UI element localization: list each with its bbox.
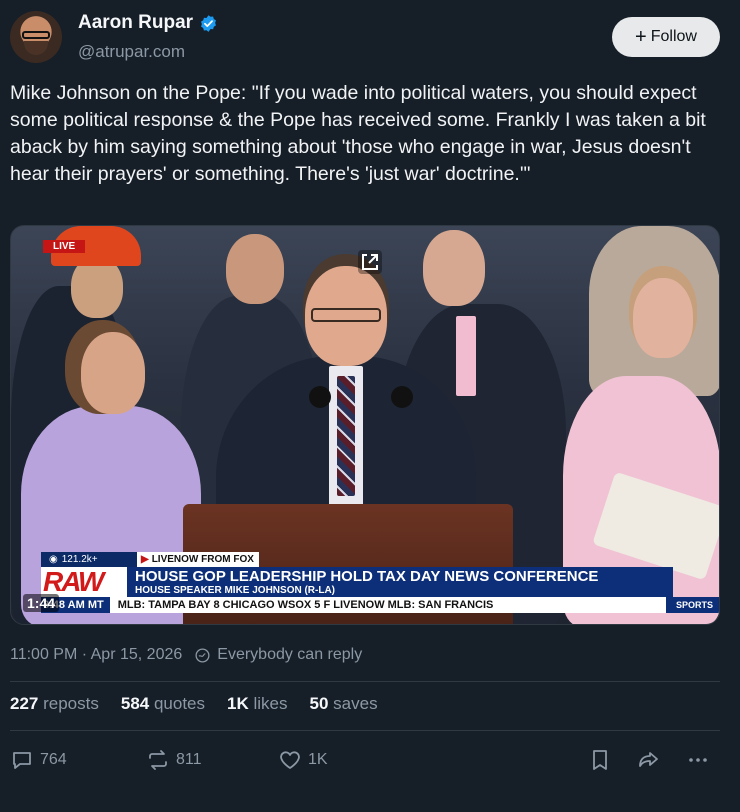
broadcast-source: ▶ LIVENOW FROM FOX bbox=[137, 552, 259, 567]
reply-settings-icon bbox=[195, 647, 210, 663]
post-text: Mike Johnson on the Pope: "If you wade i… bbox=[10, 82, 712, 185]
author-display-name[interactable]: Aaron Rupar bbox=[78, 12, 193, 34]
bookmark-icon bbox=[593, 750, 607, 770]
woman-lavender-head bbox=[81, 332, 145, 414]
follow-button[interactable]: + Follow bbox=[612, 17, 720, 57]
saves-stat[interactable]: 50 saves bbox=[310, 694, 378, 714]
repost-button[interactable]: 811 bbox=[146, 748, 202, 772]
video-duration: 1:44 bbox=[23, 594, 60, 612]
avatar-beard bbox=[24, 41, 48, 55]
repost-count: 811 bbox=[176, 751, 202, 768]
engagement-stats: 227 reposts 584 quotes 1K likes 50 saves bbox=[10, 694, 378, 714]
expand-icon[interactable] bbox=[354, 246, 386, 278]
background-person-head bbox=[423, 230, 485, 306]
action-bar: 764 811 1K bbox=[10, 748, 720, 778]
post-meta: 11:00 PM · Apr 15, 2026 Everybody can re… bbox=[10, 646, 362, 664]
view-count: ◉ 121.2k+ bbox=[41, 552, 137, 567]
reply-setting: Everybody can reply bbox=[217, 646, 363, 663]
follow-button-label: Follow bbox=[650, 28, 697, 45]
more-icon bbox=[689, 758, 707, 762]
avatar[interactable] bbox=[10, 11, 62, 63]
like-count: 1K bbox=[308, 751, 328, 768]
bookmark-button[interactable] bbox=[588, 748, 612, 772]
divider bbox=[10, 730, 720, 731]
likes-stat[interactable]: 1K likes bbox=[227, 694, 287, 714]
eye-icon: ◉ bbox=[49, 554, 58, 565]
woman-pink-head bbox=[633, 278, 693, 358]
reposts-stat[interactable]: 227 reposts bbox=[10, 694, 99, 714]
like-button[interactable]: 1K bbox=[278, 748, 328, 772]
author-handle[interactable]: @atrupar.com bbox=[78, 42, 185, 62]
news-headline: HOUSE GOP LEADERSHIP HOLD TAX DAY NEWS C… bbox=[127, 567, 673, 597]
headline-text: HOUSE GOP LEADERSHIP HOLD TAX DAY NEWS C… bbox=[135, 568, 599, 585]
reply-icon bbox=[13, 752, 31, 769]
speaker-tie bbox=[337, 376, 355, 496]
score-ticker: MLB: TAMPA BAY 8 CHICAGO WSOX 5 F LIVENO… bbox=[117, 599, 494, 611]
news-lower-third: ◉ 121.2k+ ▶ LIVENOW FROM FOX RAW HOUSE G… bbox=[23, 552, 719, 616]
post-timestamp[interactable]: 11:00 PM · Apr 15, 2026 bbox=[10, 646, 182, 664]
author-name-row: Aaron Rupar bbox=[78, 12, 218, 34]
background-person bbox=[456, 316, 476, 396]
divider bbox=[10, 681, 720, 682]
heart-icon bbox=[280, 751, 300, 769]
share-button[interactable] bbox=[636, 748, 660, 772]
speaker-glasses bbox=[311, 308, 381, 322]
video-player[interactable]: LIVE ◉ 121.2k+ ▶ LIVENOW FROM FOX RAW HO… bbox=[10, 225, 720, 625]
raw-logo: RAW bbox=[41, 566, 127, 597]
live-badge: LIVE bbox=[43, 240, 86, 253]
play-arrow-icon: ▶ bbox=[141, 554, 149, 565]
reply-button[interactable]: 764 bbox=[10, 748, 67, 772]
microphone bbox=[391, 386, 413, 408]
background-person-head bbox=[226, 234, 284, 304]
more-options-button[interactable] bbox=[686, 748, 710, 772]
ticker-bar: 8:48 AM MT MLB: TAMPA BAY 8 CHICAGO WSOX… bbox=[41, 597, 719, 613]
avatar-glasses bbox=[22, 31, 50, 39]
repost-icon bbox=[149, 750, 167, 770]
quotes-stat[interactable]: 584 quotes bbox=[121, 694, 205, 714]
verified-badge-icon bbox=[201, 14, 217, 32]
microphone bbox=[309, 386, 331, 408]
share-icon bbox=[639, 752, 658, 767]
reply-count: 764 bbox=[40, 751, 67, 768]
plus-icon: + bbox=[635, 26, 647, 48]
subheadline-text: HOUSE SPEAKER MIKE JOHNSON (R-LA) bbox=[135, 585, 336, 596]
sports-tag: SPORTS bbox=[665, 597, 719, 613]
